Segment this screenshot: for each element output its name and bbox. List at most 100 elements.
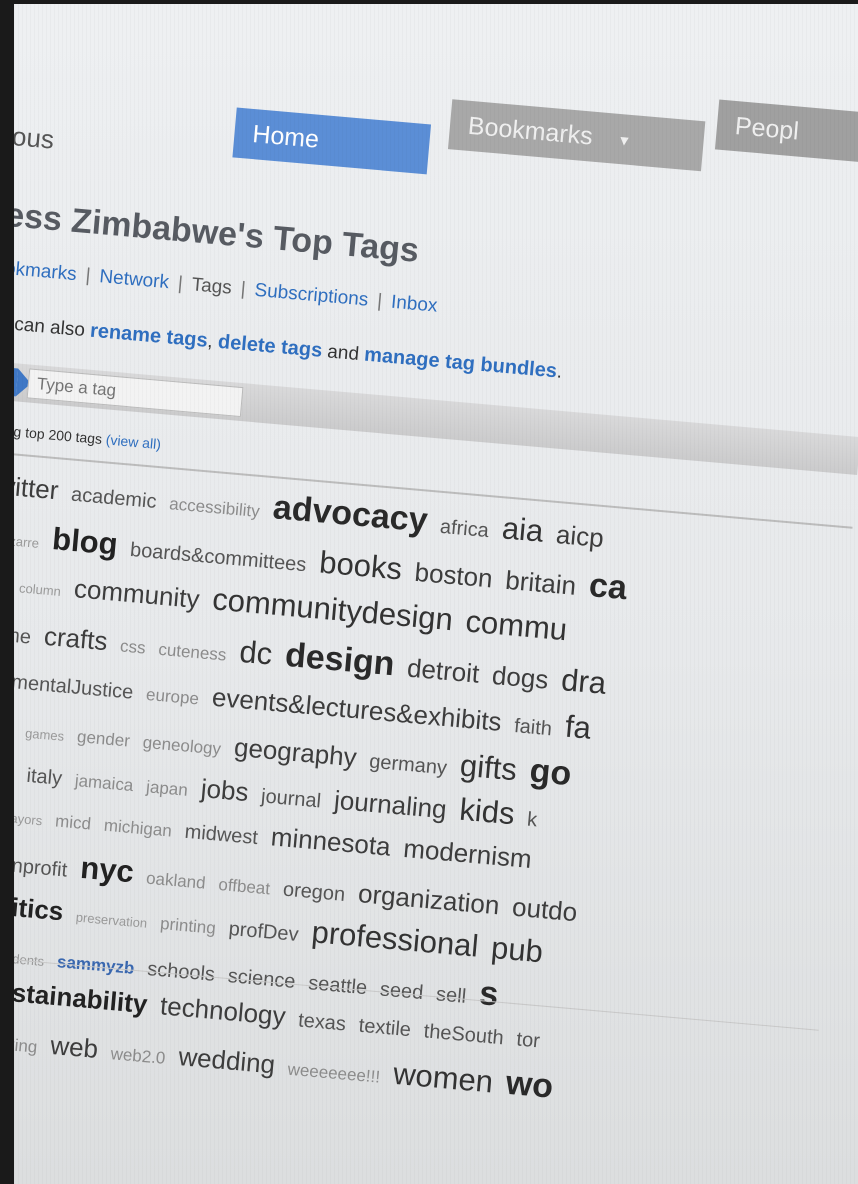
- tag-link[interactable]: pub: [490, 930, 545, 970]
- tag-link[interactable]: s: [478, 974, 500, 1015]
- separator: |: [376, 291, 383, 312]
- tag-link[interactable]: commu: [464, 603, 568, 648]
- tag-link[interactable]: boston: [413, 557, 493, 595]
- tab-bookmarks-label: Bookmarks: [467, 112, 594, 151]
- tag-link[interactable]: mayors: [14, 810, 43, 829]
- tag-link[interactable]: web: [49, 1030, 99, 1065]
- separator: |: [240, 279, 247, 300]
- tag-link[interactable]: community: [73, 573, 201, 615]
- tag-link[interactable]: oakland: [145, 869, 206, 894]
- tab-home[interactable]: Home: [232, 108, 431, 175]
- tag-link[interactable]: germany: [368, 751, 448, 781]
- tag-link[interactable]: jobs: [200, 773, 250, 808]
- tag-link[interactable]: theSouth: [423, 1020, 505, 1050]
- tag-link[interactable]: europe: [145, 685, 199, 710]
- tag-link[interactable]: consume: [14, 620, 32, 650]
- tag-link[interactable]: cuteness: [158, 640, 228, 666]
- tag-link[interactable]: crafts: [43, 621, 109, 657]
- notice-prefix: You can also: [14, 311, 91, 342]
- tag-link[interactable]: texas: [297, 1009, 347, 1036]
- tag-link[interactable]: journal: [260, 785, 322, 813]
- tag-link[interactable]: michigan: [103, 816, 173, 842]
- tag-link[interactable]: dc: [238, 634, 274, 673]
- tag-link[interactable]: micd: [54, 811, 92, 834]
- tag-link[interactable]: books: [318, 545, 404, 588]
- tag-link[interactable]: geneology: [142, 733, 222, 760]
- subnav-inbox[interactable]: Inbox: [390, 292, 438, 317]
- tag-link[interactable]: gender: [76, 727, 130, 752]
- subnav-network[interactable]: Network: [99, 266, 170, 293]
- tag-link[interactable]: nyc: [79, 850, 135, 891]
- tag-link[interactable]: printing: [159, 914, 216, 939]
- tag-link[interactable]: italy: [26, 765, 63, 791]
- tag-link[interactable]: fa: [564, 709, 593, 747]
- subnav-subscriptions[interactable]: Subscriptions: [254, 280, 369, 311]
- tag-link[interactable]: preservation: [75, 910, 148, 931]
- tag-link[interactable]: dra: [560, 662, 608, 702]
- tag-link[interactable]: jamaica: [74, 771, 134, 796]
- tag-link[interactable]: ca: [588, 566, 629, 608]
- manage-tag-bundles-link[interactable]: manage tag bundles: [363, 344, 558, 383]
- site-logo-text: cious: [14, 119, 55, 155]
- tag-link[interactable]: aicp: [555, 519, 605, 554]
- subnav-tags-current: Tags: [191, 274, 233, 298]
- tag-link[interactable]: design: [284, 636, 397, 684]
- rename-tags-link[interactable]: rename tags: [89, 320, 208, 352]
- tag-link[interactable]: africa: [439, 516, 490, 543]
- tag-link[interactable]: offbeat: [218, 875, 271, 899]
- tag-link[interactable]: journaling: [333, 785, 448, 826]
- tag-link[interactable]: nonprofit: [14, 853, 68, 883]
- tab-home-label: Home: [251, 120, 320, 154]
- tag-link[interactable]: dogs: [491, 660, 550, 696]
- tag-link[interactable]: bizarre: [14, 532, 40, 550]
- tag-link[interactable]: wo: [504, 1064, 554, 1107]
- delete-tags-link[interactable]: delete tags: [217, 331, 323, 362]
- tag-link[interactable]: detroit: [406, 653, 481, 690]
- tag-link[interactable]: @twitter: [14, 467, 60, 506]
- tag-link[interactable]: css: [119, 636, 146, 658]
- tag-link[interactable]: weeeeeee!!!: [287, 1060, 381, 1088]
- separator: |: [85, 265, 92, 286]
- tag-link[interactable]: aia: [501, 510, 545, 549]
- tag-link[interactable]: midwest: [184, 821, 259, 850]
- tag-link[interactable]: politics: [14, 889, 65, 928]
- tag-link[interactable]: games: [25, 725, 65, 743]
- tag-link[interactable]: wedding: [177, 1041, 276, 1080]
- tag-link[interactable]: textile: [358, 1015, 412, 1042]
- tag-link[interactable]: profDev: [228, 918, 300, 947]
- tag-link[interactable]: geography: [233, 732, 358, 774]
- separator: |: [177, 273, 184, 294]
- tag-link[interactable]: advocacy: [271, 488, 429, 540]
- tag-link[interactable]: web2.0: [110, 1044, 166, 1069]
- tag-link[interactable]: accessibility: [168, 494, 260, 522]
- tag-link[interactable]: column: [18, 580, 61, 599]
- view-all-link[interactable]: (view all): [105, 431, 161, 452]
- tag-link[interactable]: oregon: [282, 879, 346, 907]
- tag-link[interactable]: academic: [70, 484, 157, 514]
- tag-link[interactable]: japan: [145, 777, 188, 801]
- tag-link[interactable]: blog: [51, 521, 119, 563]
- tag-link[interactable]: britain: [504, 565, 577, 602]
- tag-link[interactable]: sammyzb: [56, 952, 135, 979]
- tag-link[interactable]: tor: [516, 1028, 541, 1053]
- tag-cloud: @twitteracademicaccessibilityadvocacyafr…: [14, 461, 858, 539]
- tag-link[interactable]: women: [392, 1056, 495, 1101]
- tag-link[interactable]: faith: [513, 715, 553, 741]
- tab-bookmarks[interactable]: Bookmarks ▼: [448, 99, 705, 171]
- tag-link[interactable]: outdo: [511, 892, 579, 929]
- tag-link[interactable]: walking: [14, 1033, 38, 1058]
- tag-filter-bar: over: [14, 359, 858, 475]
- tag-link[interactable]: kids: [458, 792, 516, 833]
- tag-link[interactable]: environmentalJustice: [14, 665, 134, 704]
- subnav-bookmarks[interactable]: Bookmarks: [14, 256, 78, 285]
- tag-link[interactable]: gifts: [459, 748, 519, 789]
- chevron-down-icon[interactable]: ▼: [615, 115, 633, 166]
- tag-link[interactable]: boards&committees: [129, 539, 307, 577]
- delicious-page: Home Bookmarks ▼ Peopl cious Jess Zimbab…: [14, 14, 858, 1184]
- filter-mode-button[interactable]: over: [14, 363, 18, 396]
- tag-search-input[interactable]: [27, 368, 244, 417]
- tag-link[interactable]: k: [526, 809, 538, 833]
- tag-link[interactable]: organization: [357, 878, 501, 921]
- tab-people[interactable]: Peopl: [715, 100, 858, 167]
- tag-link[interactable]: go: [528, 752, 573, 794]
